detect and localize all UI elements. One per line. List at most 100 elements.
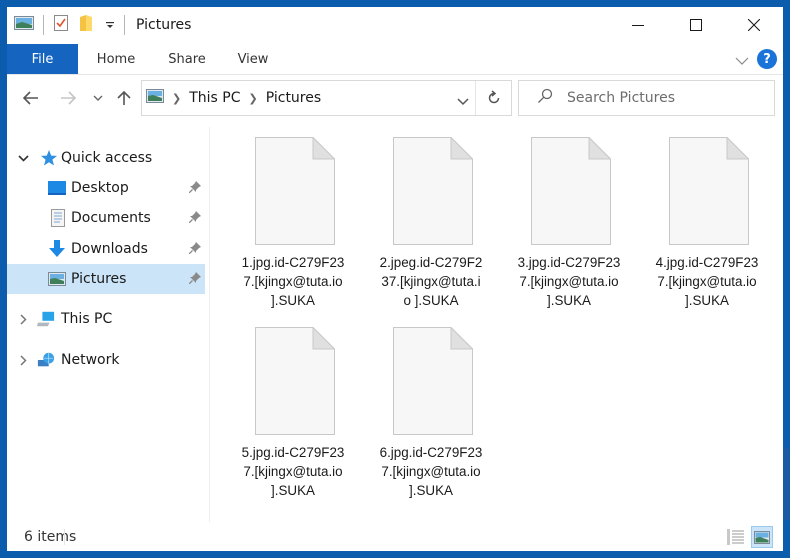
sidebar-item-pictures[interactable]: Pictures <box>7 264 205 294</box>
ribbon-tabs: File Home Share View ? <box>7 43 783 75</box>
sidebar-label: Network <box>61 352 120 368</box>
close-button[interactable] <box>725 7 783 43</box>
expand-icon[interactable] <box>17 354 29 366</box>
blank-file-icon <box>531 137 611 245</box>
chevron-down-icon <box>93 95 103 101</box>
status-bar: 6 items <box>7 523 783 551</box>
desktop-icon <box>48 179 66 197</box>
file-item[interactable]: 2.jpeg.id-C279F2 37.[kjingx@tuta.i o ].S… <box>363 127 499 312</box>
sidebar-label: This PC <box>61 311 113 327</box>
tab-home[interactable]: Home <box>78 44 154 74</box>
refresh-button[interactable] <box>475 81 511 115</box>
sidebar-label: Pictures <box>71 271 127 287</box>
file-list: 1.jpg.id-C279F23 7.[kjingx@tuta.io ].SUK… <box>212 127 783 522</box>
properties-icon[interactable] <box>53 14 69 36</box>
pin-icon[interactable] <box>188 181 201 197</box>
blank-file-icon <box>393 327 473 435</box>
sidebar-label: Desktop <box>71 180 129 196</box>
file-name: 5.jpg.id-C279F23 7.[kjingx@tuta.io ].SUK… <box>241 445 345 498</box>
up-button[interactable] <box>114 88 134 108</box>
file-name: 3.jpg.id-C279F23 7.[kjingx@tuta.io ].SUK… <box>517 255 621 308</box>
customize-dropdown-icon[interactable] <box>105 16 115 35</box>
quick-access-toolbar <box>14 7 134 43</box>
chevron-down-icon <box>457 98 469 106</box>
new-folder-icon[interactable] <box>79 14 93 36</box>
sidebar-label: Quick access <box>61 150 153 166</box>
blank-file-icon <box>255 137 335 245</box>
blank-file-icon <box>393 137 473 245</box>
sidebar-item-quick-access[interactable]: Quick access <box>7 143 205 173</box>
search-box[interactable]: Search Pictures <box>518 80 775 116</box>
item-count: 6 items <box>24 529 77 545</box>
maximize-icon <box>690 19 702 31</box>
arrow-left-icon <box>23 91 38 105</box>
toolbar-separator <box>124 15 125 35</box>
tab-share[interactable]: Share <box>154 44 220 74</box>
pin-icon[interactable] <box>188 211 201 227</box>
pane-divider[interactable] <box>209 127 210 522</box>
breadcrumb-this-pc[interactable]: This PC <box>189 90 240 106</box>
search-placeholder: Search Pictures <box>567 90 675 106</box>
search-icon <box>537 88 553 108</box>
sidebar-item-network[interactable]: Network <box>7 345 205 375</box>
sidebar-label: Documents <box>71 210 151 226</box>
file-item[interactable]: 6.jpg.id-C279F23 7.[kjingx@tuta.io ].SUK… <box>363 317 499 502</box>
sidebar-item-desktop[interactable]: Desktop <box>7 173 205 203</box>
blank-file-icon <box>669 137 749 245</box>
collapse-icon[interactable] <box>17 154 29 162</box>
minimize-icon <box>632 25 644 26</box>
address-history-dropdown[interactable] <box>457 91 469 110</box>
forward-button[interactable] <box>58 88 78 108</box>
large-icons-view-button[interactable] <box>751 526 773 548</box>
pictures-icon <box>48 270 66 288</box>
large-icons-view-icon <box>754 530 770 544</box>
arrow-right-icon <box>61 91 76 105</box>
computer-icon <box>37 310 55 328</box>
file-name: 6.jpg.id-C279F23 7.[kjingx@tuta.io ].SUK… <box>379 445 483 498</box>
blank-file-icon <box>255 327 335 435</box>
breadcrumb-separator: ❯ <box>172 91 182 105</box>
status-separator <box>64 529 65 545</box>
pin-icon[interactable] <box>188 272 201 288</box>
file-name: 1.jpg.id-C279F23 7.[kjingx@tuta.io ].SUK… <box>241 255 345 308</box>
sidebar-item-this-pc[interactable]: This PC <box>7 304 205 334</box>
breadcrumb-separator: ❯ <box>248 91 258 105</box>
address-bar[interactable]: ❯ This PC ❯ Pictures <box>141 80 512 116</box>
file-item[interactable]: 4.jpg.id-C279F23 7.[kjingx@tuta.io ].SUK… <box>639 127 775 312</box>
file-item[interactable]: 1.jpg.id-C279F23 7.[kjingx@tuta.io ].SUK… <box>225 127 361 312</box>
explorer-window: Pictures File Home Share View ? ❯ This P… <box>7 7 783 551</box>
file-name: 2.jpeg.id-C279F2 37.[kjingx@tuta.i o ].S… <box>379 255 483 308</box>
recent-locations-button[interactable] <box>88 88 108 108</box>
refresh-icon <box>488 90 499 104</box>
help-button[interactable]: ? <box>757 49 777 69</box>
back-button[interactable] <box>21 88 41 108</box>
breadcrumb-pictures[interactable]: Pictures <box>266 90 321 106</box>
chevron-down-icon <box>735 57 749 65</box>
pictures-icon <box>146 89 164 107</box>
expand-icon[interactable] <box>17 313 29 325</box>
tab-view[interactable]: View <box>220 44 286 74</box>
sidebar-item-downloads[interactable]: Downloads <box>7 234 205 264</box>
close-icon <box>748 19 760 31</box>
navigation-bar: ❯ This PC ❯ Pictures Search Pictures <box>7 76 783 120</box>
tab-file[interactable]: File <box>7 44 78 74</box>
pictures-icon <box>14 15 34 35</box>
file-item[interactable]: 5.jpg.id-C279F23 7.[kjingx@tuta.io ].SUK… <box>225 317 361 502</box>
details-view-button[interactable] <box>725 526 747 548</box>
download-arrow-icon <box>48 240 66 258</box>
network-icon <box>37 351 55 369</box>
details-view-icon <box>727 529 744 545</box>
window-title: Pictures <box>136 17 192 33</box>
navigation-pane: Quick access Desktop Documents Downloads… <box>7 137 207 517</box>
documents-icon <box>49 209 67 227</box>
toolbar-separator <box>43 15 44 35</box>
file-item[interactable]: 3.jpg.id-C279F23 7.[kjingx@tuta.io ].SUK… <box>501 127 637 312</box>
expand-ribbon-button[interactable] <box>735 50 749 69</box>
sidebar-item-documents[interactable]: Documents <box>7 203 205 233</box>
title-bar: Pictures <box>7 7 783 43</box>
file-name: 4.jpg.id-C279F23 7.[kjingx@tuta.io ].SUK… <box>655 255 759 308</box>
pin-icon[interactable] <box>188 242 201 258</box>
minimize-button[interactable] <box>609 7 667 43</box>
star-icon <box>40 149 58 167</box>
maximize-button[interactable] <box>667 7 725 43</box>
